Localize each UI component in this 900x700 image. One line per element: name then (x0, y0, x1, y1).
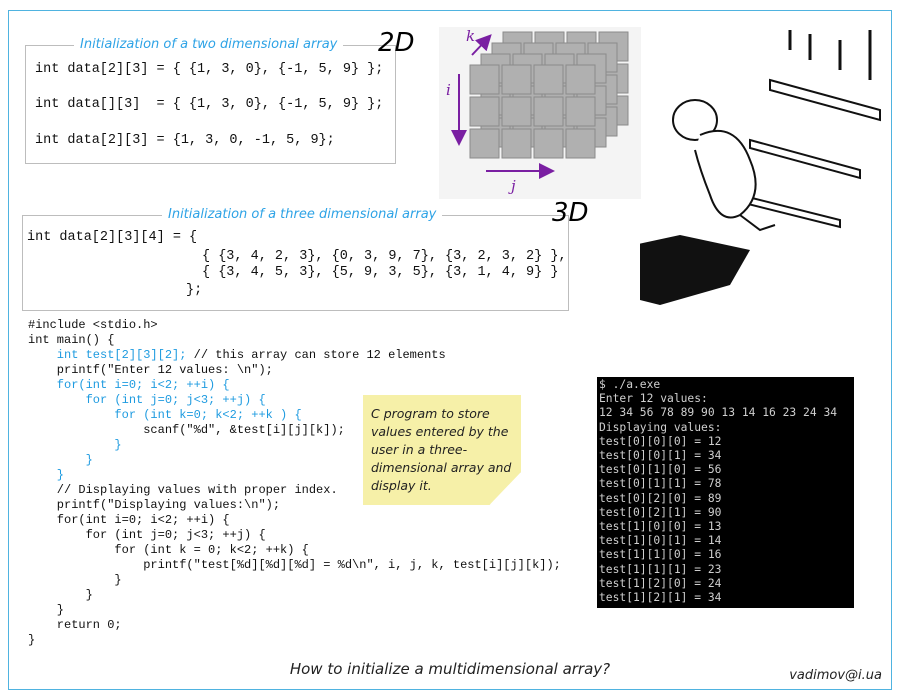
terminal-line: test[0][2][1] = 90 (599, 505, 722, 519)
array-cell (469, 128, 500, 159)
array-cell (565, 64, 596, 95)
code-text: } (28, 588, 93, 602)
axis-j-label: j (511, 177, 516, 195)
array-cell (565, 96, 596, 127)
code-text: for (int k = 0; k<2; ++k) { (28, 543, 309, 557)
code-text: printf("test[%d][%d][%d] = %d\n", i, j, … (28, 558, 561, 572)
code-comment: // this array can store 12 elements (193, 348, 446, 362)
three-d-line: }; (186, 283, 203, 298)
code-line: printf("Enter 12 values: \n"); (28, 363, 561, 378)
code-text: } (28, 603, 65, 617)
terminal-line: $ ./a.exe (599, 378, 661, 391)
code-text: printf("Displaying values:\n"); (28, 498, 281, 512)
terminal-line: test[1][0][1] = 14 (599, 534, 722, 548)
two-d-line: int data[2][3] = { {1, 3, 0}, {-1, 5, 9}… (35, 62, 384, 77)
code-text: } (28, 468, 65, 482)
terminal-line: Enter 12 values: (599, 392, 708, 406)
terminal-line: test[0][1][1] = 78 (599, 477, 722, 491)
array-cell (533, 64, 564, 95)
two-d-line: int data[2][3] = {1, 3, 0, -1, 5, 9}; (35, 133, 335, 148)
axis-i-label: i (446, 81, 451, 99)
terminal-line: test[1][2][1] = 34 (599, 591, 722, 605)
three-d-title: Initialization of a three dimensional ar… (162, 207, 443, 222)
code-text: return 0; (28, 618, 122, 632)
code-text: scanf("%d", &test[i][j][k]); (28, 423, 345, 437)
array-cell (501, 128, 532, 159)
three-d-line: int data[2][3][4] = { (27, 230, 198, 245)
terminal-output: $ ./a.exe Enter 12 values: 12 34 56 78 89 … (597, 377, 854, 608)
array-cell (565, 128, 596, 159)
code-text: for (int j=0; j<3; ++j) { (28, 528, 266, 542)
code-text: } (28, 573, 122, 587)
array-cell (533, 96, 564, 127)
code-text: } (28, 453, 93, 467)
code-text: for(int i=0; i<2; ++i) { (28, 378, 230, 392)
code-text: } (28, 438, 122, 452)
three-d-badge: 3D (552, 198, 589, 228)
code-line: for(int i=0; i<2; ++i) { (28, 378, 561, 393)
three-d-line: { {3, 4, 2, 3}, {0, 3, 9, 7}, {3, 2, 3, … (202, 249, 567, 264)
caption: How to initialize a multidimensional arr… (289, 660, 611, 678)
code-line: int main() { (28, 333, 561, 348)
terminal-line: test[0][0][0] = 12 (599, 434, 722, 448)
code-line: } (28, 633, 561, 648)
two-d-badge: 2D (378, 28, 415, 58)
code-line: } (28, 603, 561, 618)
code-text: for(int i=0; i<2; ++i) { (28, 513, 230, 527)
code-line: printf("test[%d][%d][%d] = %d\n", i, j, … (28, 558, 561, 573)
code-text: int test[2][3][2]; (28, 348, 194, 362)
code-text: printf("Enter 12 values: \n"); (28, 363, 273, 377)
terminal-line: test[0][1][0] = 56 (599, 463, 722, 477)
two-d-line: int data[][3] = { {1, 3, 0}, {-1, 5, 9} … (35, 97, 384, 112)
cube-svg (451, 31, 629, 179)
terminal-line: test[0][0][1] = 34 (599, 449, 722, 463)
code-line: #include <stdio.h> (28, 318, 561, 333)
terminal-line: test[1][1][0] = 16 (599, 548, 722, 562)
terminal-line: test[1][0][0] = 13 (599, 520, 722, 534)
code-text: for (int j=0; j<3; ++j) { (28, 393, 266, 407)
array-cell (469, 64, 500, 95)
code-line: for(int i=0; i<2; ++i) { (28, 513, 561, 528)
code-line: for (int j=0; j<3; ++j) { (28, 528, 561, 543)
terminal-line: test[1][1][1] = 23 (599, 562, 722, 576)
terminal-line: test[0][2][0] = 89 (599, 491, 722, 505)
array-cube-diagram: i j k (439, 27, 641, 199)
code-text: #include <stdio.h> (28, 318, 158, 332)
code-text: int main() { (28, 333, 115, 347)
terminal-line: test[1][2][0] = 24 (599, 576, 722, 590)
array-cell (533, 128, 564, 159)
code-line: } (28, 588, 561, 603)
code-line: int test[2][3][2]; // this array can sto… (28, 348, 561, 363)
array-cell (501, 64, 532, 95)
author-email: vadimov@i.ua (789, 668, 882, 683)
sticky-note: C program to store values entered by the… (363, 395, 521, 505)
code-line: return 0; (28, 618, 561, 633)
code-text: } (28, 633, 36, 647)
code-line: } (28, 573, 561, 588)
terminal-line: 12 34 56 78 89 90 13 14 16 23 24 34 (599, 406, 838, 420)
two-d-title: Initialization of a two dimensional arra… (74, 37, 344, 52)
code-text: // Displaying values with proper index. (28, 483, 338, 497)
code-text: for (int k=0; k<2; ++k ) { (28, 408, 302, 422)
code-line: for (int k = 0; k<2; ++k) { (28, 543, 561, 558)
array-cell (469, 96, 500, 127)
terminal-line: Displaying values: (599, 420, 722, 434)
array-cell (501, 96, 532, 127)
cartoon-illustration (640, 30, 881, 305)
three-d-line: { {3, 4, 5, 3}, {5, 9, 3, 5}, {3, 1, 4, … (202, 265, 559, 280)
axis-k-label: k (466, 27, 476, 45)
